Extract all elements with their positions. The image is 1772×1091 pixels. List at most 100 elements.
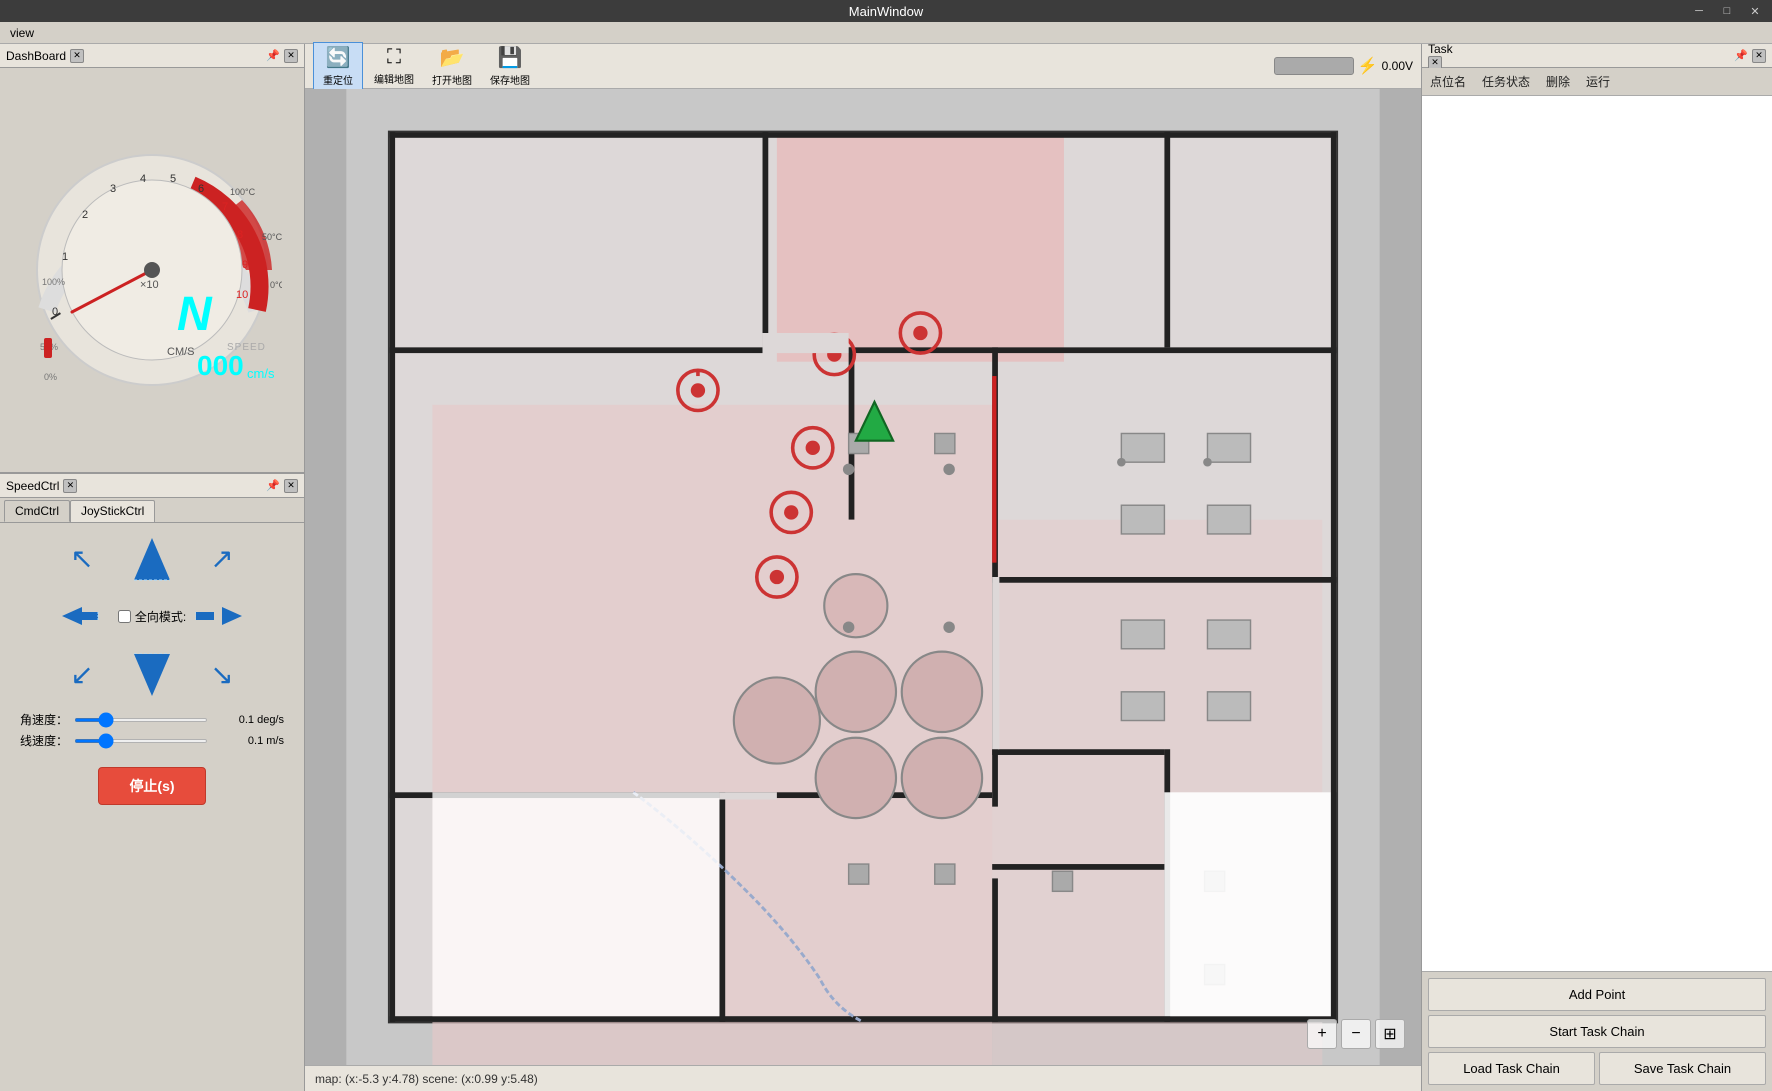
dashboard-close-button[interactable]: ✕ xyxy=(70,49,84,63)
dashboard-undock-button[interactable]: ✕ xyxy=(284,49,298,63)
down-arrow-icon xyxy=(132,652,172,697)
linear-speed-slider[interactable] xyxy=(74,739,208,743)
floorplan-svg xyxy=(305,89,1421,1065)
relocate-icon: 🔄 xyxy=(326,45,351,70)
map-toolbar: 🔄 重定位 ⛶ 编辑地图 📂 打开地图 💾 保存地图 ⚡ 0.00V xyxy=(305,44,1421,89)
speedctrl-title-area: SpeedCtrl ✕ xyxy=(6,479,77,493)
zoom-fit-button[interactable]: ⊞ xyxy=(1375,1019,1405,1049)
open-map-button[interactable]: 📂 打开地图 xyxy=(425,42,479,90)
lightning-icon: ⚡ xyxy=(1358,56,1378,76)
minimize-button[interactable]: ─ xyxy=(1686,2,1712,20)
task-list xyxy=(1422,96,1772,971)
tab-cmdctrl[interactable]: CmdCtrl xyxy=(4,500,70,522)
omnidirectional-mode: 全向模式: xyxy=(118,608,186,625)
linear-speed-row: 线速度： 0.1 m/s xyxy=(20,732,284,749)
angular-speed-value: 0.1 deg/s xyxy=(214,714,284,726)
direction-row-middle: 全向模式: xyxy=(10,591,294,641)
task-undock-button[interactable]: ✕ xyxy=(1752,49,1766,63)
left-panel: DashBoard ✕ 📌 ✕ xyxy=(0,44,305,1091)
dir-up-right-button[interactable]: ↗ xyxy=(197,533,247,583)
svg-text:4: 4 xyxy=(140,173,146,185)
tab-joystickctrl[interactable]: JoyStickCtrl xyxy=(70,500,155,522)
dashboard-pin-icon[interactable]: 📌 xyxy=(266,49,280,62)
speedctrl-title: SpeedCtrl xyxy=(6,479,59,493)
angular-speed-row: 角速度： 0.1 deg/s xyxy=(20,711,284,728)
angular-speed-slider[interactable] xyxy=(74,718,208,722)
svg-text:100°C: 100°C xyxy=(230,187,256,197)
speedctrl-titlebar: SpeedCtrl ✕ 📌 ✕ xyxy=(0,474,304,498)
svg-text:50°C: 50°C xyxy=(262,232,282,242)
voltage-display: 0.00V xyxy=(1382,59,1413,73)
speedometer-container: 0 1 2 3 4 5 6 7 8 9 10 100% 50 xyxy=(0,68,304,472)
close-button[interactable]: ✕ xyxy=(1742,2,1768,20)
svg-text:2: 2 xyxy=(82,209,88,221)
save-map-label: 保存地图 xyxy=(490,72,530,87)
zoom-out-button[interactable]: − xyxy=(1341,1019,1371,1049)
relocate-button[interactable]: 🔄 重定位 xyxy=(313,42,363,90)
svg-text:SPEED: SPEED xyxy=(227,342,266,353)
omni-checkbox[interactable] xyxy=(118,610,131,623)
svg-text:8: 8 xyxy=(237,229,243,241)
up-arrow-icon xyxy=(132,536,172,581)
linear-speed-value: 0.1 m/s xyxy=(214,735,284,747)
window-controls: ─ □ ✕ xyxy=(1686,2,1768,20)
dir-down-right-button[interactable]: ↘ xyxy=(197,649,247,699)
save-map-button[interactable]: 💾 保存地图 xyxy=(483,42,537,90)
task-column-headers: 点位名 任务状态 删除 运行 xyxy=(1422,68,1772,96)
dashboard-titlebar: DashBoard ✕ 📌 ✕ xyxy=(0,44,304,68)
map-area[interactable]: + − ⊞ xyxy=(305,89,1421,1065)
dir-left-button[interactable] xyxy=(60,591,110,641)
dir-up-button[interactable] xyxy=(127,533,177,583)
save-task-chain-button[interactable]: Save Task Chain xyxy=(1599,1052,1766,1085)
dir-right-button[interactable] xyxy=(194,591,244,641)
col-run: 运行 xyxy=(1586,73,1610,90)
svg-text:6: 6 xyxy=(198,183,204,195)
add-point-button[interactable]: Add Point xyxy=(1428,978,1766,1011)
speed-sliders: 角速度： 0.1 deg/s 线速度： 0.1 m/s xyxy=(10,707,294,753)
speedctrl-undock-button[interactable]: ✕ xyxy=(284,479,298,493)
load-task-chain-button[interactable]: Load Task Chain xyxy=(1428,1052,1595,1085)
col-delete: 删除 xyxy=(1546,73,1570,90)
svg-text:0: 0 xyxy=(52,306,58,318)
edit-map-button[interactable]: ⛶ 编辑地图 xyxy=(367,43,421,89)
speedctrl-close-button[interactable]: ✕ xyxy=(63,479,77,493)
svg-text:10: 10 xyxy=(236,289,248,301)
task-chain-row: Load Task Chain Save Task Chain xyxy=(1428,1052,1766,1085)
view-menu-item[interactable]: view xyxy=(0,24,44,42)
maximize-button[interactable]: □ xyxy=(1714,2,1740,20)
dir-down-left-button[interactable]: ↙ xyxy=(57,649,107,699)
svg-text:000: 000 xyxy=(197,350,244,381)
stop-button[interactable]: 停止(s) xyxy=(98,767,205,805)
main-layout: DashBoard ✕ 📌 ✕ xyxy=(0,44,1772,1091)
svg-text:N: N xyxy=(177,288,213,341)
task-title-area: Task ✕ xyxy=(1428,42,1453,70)
center-panel: 🔄 重定位 ⛶ 编辑地图 📂 打开地图 💾 保存地图 ⚡ 0.00V xyxy=(305,44,1422,1091)
dir-down-button[interactable] xyxy=(127,649,177,699)
col-task-status: 任务状态 xyxy=(1482,73,1530,90)
task-footer: Add Point Start Task Chain Load Task Cha… xyxy=(1422,971,1772,1091)
direction-controls: ↖ ↗ xyxy=(0,523,304,1091)
start-task-chain-button[interactable]: Start Task Chain xyxy=(1428,1015,1766,1048)
relocate-label: 重定位 xyxy=(323,72,353,87)
dashboard-widget: DashBoard ✕ 📌 ✕ xyxy=(0,44,304,474)
speedctrl-widget-controls: 📌 ✕ xyxy=(266,479,298,493)
dir-up-left-button[interactable]: ↖ xyxy=(57,533,107,583)
edit-map-icon: ⛶ xyxy=(387,46,401,69)
zoom-in-button[interactable]: + xyxy=(1307,1019,1337,1049)
battery-bar xyxy=(1274,57,1354,75)
svg-text:cm/s: cm/s xyxy=(247,366,275,381)
save-map-icon: 💾 xyxy=(498,45,523,70)
svg-text:CM/S: CM/S xyxy=(167,346,195,358)
svg-text:9: 9 xyxy=(242,259,248,271)
map-status-bar: map: (x:-5.3 y:4.78) scene: (x:0.99 y:5.… xyxy=(305,1065,1421,1091)
task-pin-icon[interactable]: 📌 xyxy=(1734,49,1748,62)
edit-map-label: 编辑地图 xyxy=(374,71,414,86)
speedometer: 0 1 2 3 4 5 6 7 8 9 10 100% 50 xyxy=(22,140,282,400)
angular-speed-label: 角速度： xyxy=(20,711,68,728)
direction-row-top: ↖ ↗ xyxy=(57,533,247,583)
right-arrow-icon xyxy=(194,605,244,627)
direction-row-bottom: ↙ ↘ xyxy=(57,649,247,699)
svg-text:3: 3 xyxy=(110,183,116,195)
speedctrl-pin-icon[interactable]: 📌 xyxy=(266,479,280,492)
up-right-arrow-icon: ↗ xyxy=(210,542,233,575)
